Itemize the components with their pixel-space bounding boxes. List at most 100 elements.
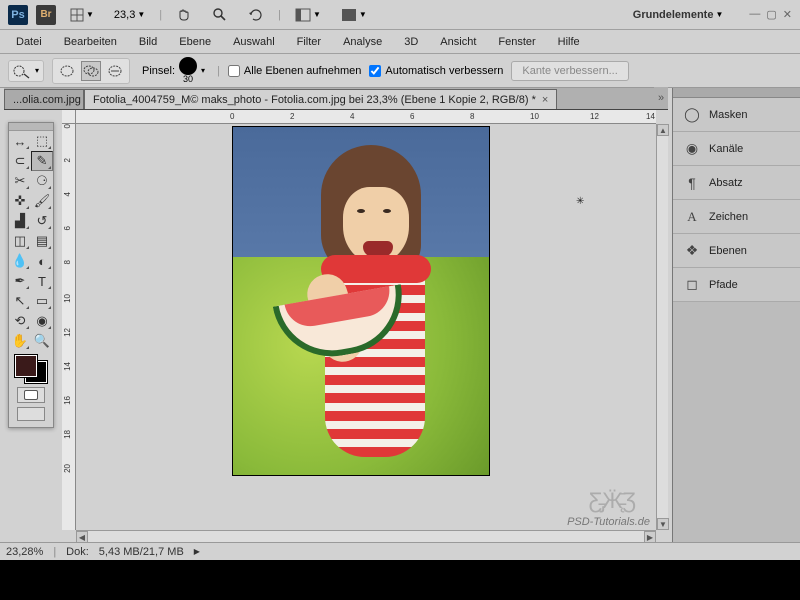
screen-mode-toggle[interactable] bbox=[17, 407, 45, 421]
document-tab[interactable]: Fotolia_4004759_M© maks_photo - Fotolia.… bbox=[84, 89, 557, 109]
menu-3d[interactable]: 3D bbox=[394, 32, 428, 52]
hand-icon bbox=[176, 7, 192, 23]
brush-cursor-icon: ✳ bbox=[576, 196, 584, 207]
menu-auswahl[interactable]: Auswahl bbox=[223, 32, 285, 52]
crop-tool[interactable]: ✂ bbox=[9, 171, 31, 191]
chevron-down-icon: ▼ bbox=[137, 10, 145, 19]
shape-tool[interactable]: ▭ bbox=[31, 291, 53, 311]
scroll-down-button[interactable]: ▼ bbox=[657, 518, 669, 530]
chevron-down-icon: ▼ bbox=[715, 10, 723, 19]
eraser-tool[interactable]: ◫ bbox=[9, 231, 31, 251]
3d-rotate-tool[interactable]: ⟲ bbox=[9, 311, 31, 331]
vertical-scrollbar[interactable]: ▲ ▼ bbox=[656, 124, 668, 530]
menu-hilfe[interactable]: Hilfe bbox=[548, 32, 590, 52]
ruler-origin[interactable] bbox=[62, 110, 76, 124]
lasso-tool[interactable]: ⊂ bbox=[9, 151, 31, 171]
menu-filter[interactable]: Filter bbox=[287, 32, 331, 52]
tool-options-bar: ▾ Pinsel: 30 ▾ | Alle Ebenen aufnehmen A… bbox=[0, 54, 800, 88]
healing-brush-tool[interactable]: ✜ bbox=[9, 191, 31, 211]
chevron-down-icon: ▾ bbox=[201, 66, 205, 75]
menu-fenster[interactable]: Fenster bbox=[488, 32, 545, 52]
horizontal-scrollbar[interactable]: ◀ ▶ bbox=[76, 530, 656, 542]
path-selection-tool[interactable]: ↖ bbox=[9, 291, 31, 311]
screen-mode-dropdown[interactable]: ▼ bbox=[335, 5, 373, 25]
sample-all-layers-checkbox[interactable]: Alle Ebenen aufnehmen bbox=[228, 65, 361, 77]
maximize-button[interactable]: ▢ bbox=[766, 8, 776, 21]
menu-bearbeiten[interactable]: Bearbeiten bbox=[54, 32, 127, 52]
document-tab[interactable]: ...olia.com.jpg × bbox=[4, 89, 84, 109]
vertical-ruler[interactable]: 0 2 4 6 8 10 12 14 16 18 20 bbox=[62, 124, 76, 530]
eyedropper-tool[interactable]: ⚆ bbox=[31, 171, 53, 191]
gradient-tool[interactable]: ▤ bbox=[31, 231, 53, 251]
pen-tool[interactable]: ✒ bbox=[9, 271, 31, 291]
menu-datei[interactable]: Datei bbox=[6, 32, 52, 52]
doc-info-menu[interactable]: ▶ bbox=[194, 547, 200, 556]
ruler-tick: 8 bbox=[470, 112, 474, 121]
tab-overflow-button[interactable]: » bbox=[654, 87, 668, 109]
refine-edge-button[interactable]: Kante verbessern... bbox=[511, 61, 628, 81]
rotate-icon bbox=[248, 7, 264, 23]
3d-orbit-tool[interactable]: ◉ bbox=[31, 311, 53, 331]
checkbox-input[interactable] bbox=[369, 65, 381, 77]
panel-grip[interactable] bbox=[9, 123, 53, 131]
brush-tool[interactable]: 🖌 bbox=[31, 191, 53, 211]
document-canvas[interactable] bbox=[232, 126, 490, 476]
type-tool[interactable]: T bbox=[31, 271, 53, 291]
new-selection-button[interactable] bbox=[57, 61, 77, 81]
auto-enhance-checkbox[interactable]: Automatisch verbessern bbox=[369, 65, 503, 77]
checkbox-input[interactable] bbox=[228, 65, 240, 77]
dodge-tool[interactable]: ◐ bbox=[31, 251, 53, 271]
panel-kanaele[interactable]: ◉ Kanäle bbox=[673, 132, 800, 166]
panel-label: Masken bbox=[709, 109, 748, 121]
marquee-tool[interactable]: ⬚ bbox=[31, 131, 53, 151]
scroll-up-button[interactable]: ▲ bbox=[657, 124, 669, 136]
hand-tool[interactable]: ✋ bbox=[9, 331, 31, 351]
zoom-tool-shortcut[interactable] bbox=[206, 4, 234, 26]
zoom-percentage[interactable]: 23,28% bbox=[6, 546, 43, 558]
ruler-tick: 4 bbox=[350, 112, 354, 121]
menu-bild[interactable]: Bild bbox=[129, 32, 167, 52]
add-to-selection-button[interactable] bbox=[81, 61, 101, 81]
photoshop-logo-icon[interactable]: Ps bbox=[8, 5, 28, 25]
ruler-tick: 0 bbox=[230, 112, 234, 121]
hand-tool-shortcut[interactable] bbox=[170, 4, 198, 26]
rotate-view-shortcut[interactable] bbox=[242, 4, 270, 26]
close-icon[interactable]: × bbox=[542, 94, 548, 106]
subtract-from-selection-button[interactable] bbox=[105, 61, 125, 81]
minimize-button[interactable]: — bbox=[749, 8, 760, 21]
panel-ebenen[interactable]: ❖ Ebenen bbox=[673, 234, 800, 268]
document-viewport[interactable]: ✳ Ƹ̵̡Ӝ̵̨̄Ʒ PSD-Tutorials.de bbox=[76, 124, 656, 530]
brush-picker[interactable]: Pinsel: 30 ▾ bbox=[138, 55, 209, 86]
panel-zeichen[interactable]: A Zeichen bbox=[673, 200, 800, 234]
document-tab-bar: ...olia.com.jpg × Fotolia_4004759_M© mak… bbox=[4, 88, 668, 110]
clone-stamp-tool[interactable]: ▟ bbox=[9, 211, 31, 231]
color-swatches bbox=[9, 351, 53, 427]
bridge-logo-icon[interactable]: Br bbox=[36, 5, 56, 25]
view-extras-dropdown[interactable]: ▼ bbox=[64, 5, 100, 25]
close-button[interactable]: ✕ bbox=[783, 8, 792, 21]
channels-icon: ◉ bbox=[683, 140, 701, 158]
arrange-documents-dropdown[interactable]: ▼ bbox=[289, 5, 327, 25]
move-tool[interactable]: ↔ bbox=[9, 131, 31, 151]
history-brush-tool[interactable]: ↺ bbox=[31, 211, 53, 231]
workspace-switcher[interactable]: Grundelemente ▼ bbox=[627, 6, 730, 24]
menu-analyse[interactable]: Analyse bbox=[333, 32, 392, 52]
menu-ebene[interactable]: Ebene bbox=[169, 32, 221, 52]
panel-grip[interactable] bbox=[673, 88, 800, 98]
zoom-tool[interactable]: 🔍 bbox=[31, 331, 53, 351]
zoom-level-dropdown[interactable]: 23,3 ▼ bbox=[108, 6, 151, 24]
ruler-tick: 4 bbox=[63, 192, 72, 196]
quick-selection-tool[interactable]: ✎ bbox=[31, 151, 53, 171]
ruler-tick: 12 bbox=[590, 112, 599, 121]
panel-absatz[interactable]: ¶ Absatz bbox=[673, 166, 800, 200]
tool-preset-picker[interactable]: ▾ bbox=[8, 60, 44, 82]
foreground-color-swatch[interactable] bbox=[15, 355, 37, 377]
panel-label: Kanäle bbox=[709, 143, 743, 155]
panel-pfade[interactable]: ◻ Pfade bbox=[673, 268, 800, 302]
menu-ansicht[interactable]: Ansicht bbox=[430, 32, 486, 52]
horizontal-ruler[interactable]: 0 2 4 6 8 10 12 14 bbox=[76, 110, 656, 124]
menu-bar: Datei Bearbeiten Bild Ebene Auswahl Filt… bbox=[0, 30, 800, 54]
quick-mask-toggle[interactable] bbox=[17, 387, 45, 403]
panel-masken[interactable]: ◯ Masken bbox=[673, 98, 800, 132]
blur-tool[interactable]: 💧 bbox=[9, 251, 31, 271]
